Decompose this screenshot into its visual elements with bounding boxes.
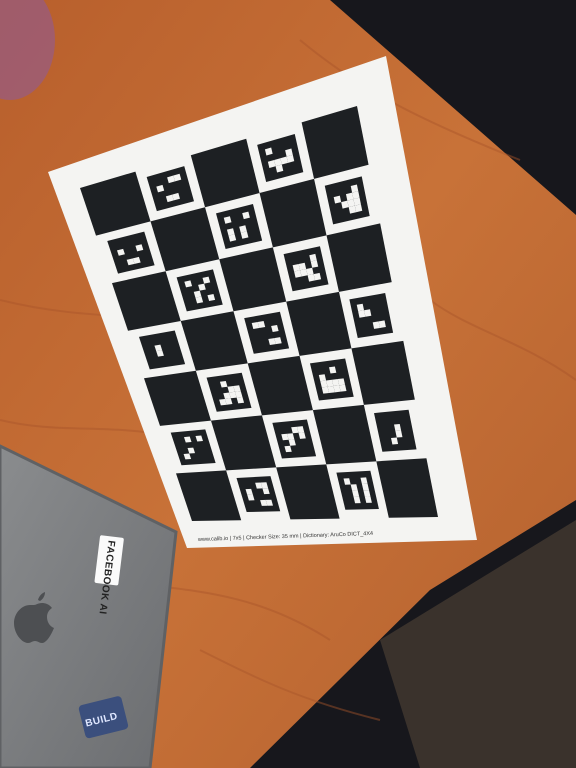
aruco-bit [354,204,363,213]
photo-scene: FACEBOOK AI BUILD www.calib.io | 7x5 | C… [0,0,576,768]
aruco-bit [348,205,357,214]
